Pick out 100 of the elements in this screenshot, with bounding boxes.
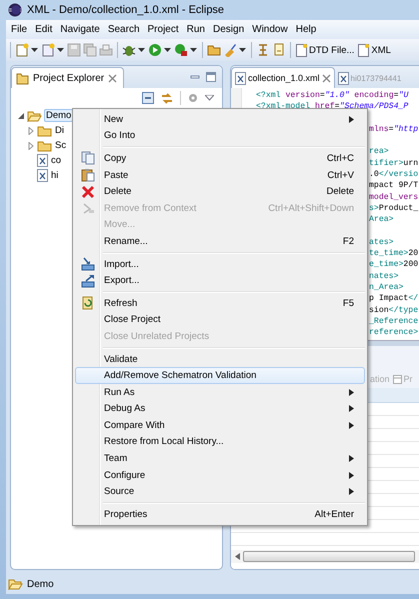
horizontal-scrollbar[interactable] [231,550,419,563]
copy-icon [81,151,95,166]
code-line: sion</type [369,304,418,316]
dropdown-caret-icon[interactable] [164,48,171,52]
folder-icon [27,110,42,122]
clipboard-icon [81,168,95,182]
xml-file-icon [235,72,246,84]
table-icon [392,374,402,384]
gear-icon[interactable] [187,92,199,104]
folders-icon [16,72,29,84]
menu-item[interactable]: Close Project [75,312,365,328]
view-tab[interactable]: Project Explorer [11,67,124,88]
maximize-icon[interactable] [206,72,216,82]
refresh-icon [81,296,95,310]
code-line: model_vers [369,192,418,203]
menu-item[interactable]: Search [104,24,144,35]
dropdown-caret-icon[interactable] [57,48,64,52]
xml-file-icon [37,169,48,182]
code-line: .0</versio [369,169,418,180]
menu-item[interactable]: Design [209,24,248,35]
code-line: te_time>20 [369,248,418,260]
menu-item[interactable]: Rename... F2 [75,233,365,250]
dropdown-caret-icon[interactable] [31,48,38,52]
folder-icon [8,578,23,590]
editor-tab[interactable]: collection_1.0.xml [231,67,335,88]
toolbar-button[interactable]: DTD File... [295,44,356,56]
dropdown-caret-icon[interactable] [190,48,197,52]
xml-file-icon [358,44,370,56]
menu-item[interactable]: Restore from Local History... [75,434,365,450]
collapsed-triangle-icon[interactable] [27,126,35,134]
tree-item[interactable]: Sc [54,140,68,151]
save-all-icon[interactable] [83,43,97,57]
dropdown-caret-icon[interactable] [138,48,145,52]
window-title: XML - Demo/collection_1.0.xml - Eclipse [27,4,224,16]
menu-item[interactable]: Project [144,24,183,35]
code-line: reference> [369,327,418,339]
menu-item[interactable]: Compare With [75,417,365,434]
tree-item[interactable]: co [50,155,62,166]
menu-item[interactable]: Navigate [56,24,104,35]
brush-icon[interactable] [223,43,237,57]
folder-icon [37,124,52,136]
menu-item[interactable]: Help [292,24,320,35]
xml-file-icon [37,154,48,167]
menu-item[interactable]: Import... [75,256,365,272]
folder-icon [37,140,52,152]
close-icon[interactable] [322,74,331,82]
expanded-triangle-icon[interactable] [17,112,25,120]
bug-icon[interactable] [122,43,136,57]
print-icon[interactable] [99,43,113,57]
menu-item[interactable]: Configure [75,466,365,484]
delete-icon [81,184,95,199]
menu-item[interactable]: Properties Alt+Enter [75,506,365,523]
menu-item[interactable]: Add/Remove Schematron Validation [75,367,365,384]
code-line: tifier>urn [369,158,418,170]
menu-item[interactable]: Debug As [75,400,365,418]
tree-item[interactable]: Demo [44,109,74,122]
menu-item[interactable]: New [75,111,365,128]
collapse-all-icon[interactable] [142,92,154,104]
new-file-icon[interactable] [15,43,29,57]
menu-item[interactable]: Export... [75,272,365,289]
code-line: <?xml-model href="Schema/PDS4_P [256,101,408,113]
menu-item[interactable]: File [7,24,32,35]
code-line: ates> [369,236,394,248]
status-text: Demo [27,578,54,590]
code-line: s>Product_ [369,202,418,214]
code-line: p Impact</ [369,293,418,305]
dropdown-caret-icon[interactable] [239,48,246,52]
menu-item[interactable]: Validate [75,350,365,368]
view-menu-icon[interactable] [205,95,214,101]
code-line: mlns="http [369,124,418,136]
collapsed-triangle-icon[interactable] [27,142,35,150]
menu-item[interactable]: Delete Delete [75,183,365,200]
menu-item[interactable]: Team [75,450,365,467]
link-icon[interactable] [160,92,174,104]
open-folder-icon[interactable] [207,43,221,57]
code-line: _Reference [369,316,418,328]
scroll-left-icon[interactable] [235,553,240,560]
code-line: <?xml version="1.0" encoding="U [256,90,408,102]
menu-item[interactable]: Copy Ctrl+C [75,150,365,167]
xml-file-icon [338,72,349,84]
code-line: Area> [369,214,394,226]
dtd-file-icon [296,44,307,56]
menu-item[interactable]: Paste Ctrl+V [75,166,365,184]
code-line: e_time>200 [369,259,418,271]
menu-item[interactable]: Go Into [75,128,365,144]
export-icon [81,274,95,288]
menu-item[interactable]: Run [182,24,209,35]
close-icon[interactable] [108,74,118,82]
tree-item[interactable]: Di [54,125,65,136]
run-external-icon[interactable] [174,43,188,57]
menu-item[interactable]: Run As [75,384,365,400]
toolbar-button[interactable]: XML [357,44,392,56]
code-line: rea> [369,146,389,158]
menu-item[interactable]: Window [248,24,292,35]
tree-item[interactable]: hi [50,170,60,181]
code-line: nates> [369,270,398,282]
menu-item[interactable]: Refresh F5 [75,294,365,312]
menu-item[interactable]: Source [75,483,365,500]
remove-icon [81,201,95,216]
menu-item[interactable]: Edit [31,24,56,35]
